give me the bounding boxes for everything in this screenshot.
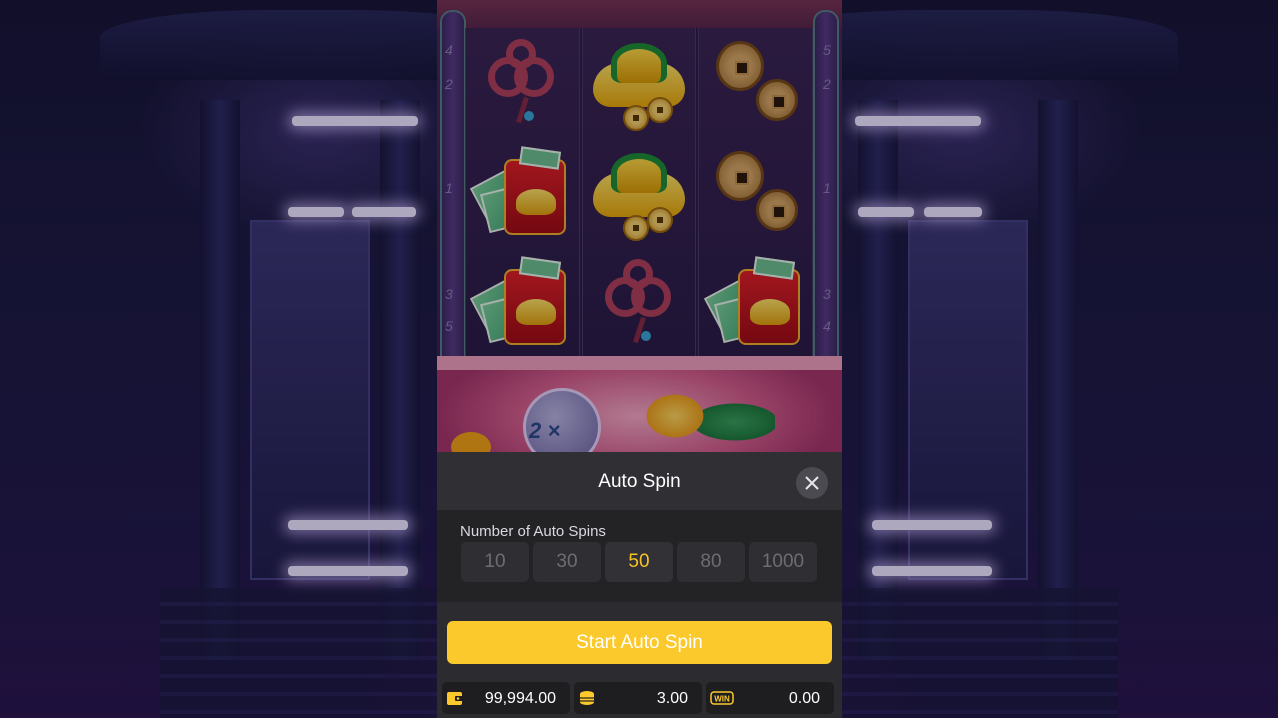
spin-option-80[interactable]: 80 bbox=[677, 542, 745, 582]
spin-option-50[interactable]: 50 bbox=[605, 542, 673, 582]
close-button[interactable] bbox=[796, 467, 828, 499]
spin-option-30[interactable]: 30 bbox=[533, 542, 601, 582]
win-badge-text: WIN bbox=[714, 695, 730, 704]
spin-count-label: Number of Auto Spins bbox=[460, 523, 606, 540]
win-icon: WIN bbox=[710, 691, 734, 705]
start-auto-spin-button[interactable]: Start Auto Spin bbox=[447, 621, 832, 664]
auto-spin-modal: Auto Spin Number of Auto Spins 10 30 50 … bbox=[437, 452, 842, 718]
win-value: 0.00 bbox=[788, 690, 820, 707]
coin-stack-icon bbox=[580, 691, 594, 705]
close-icon bbox=[805, 476, 819, 490]
spin-option-1000[interactable]: 1000 bbox=[749, 542, 817, 582]
stats-bar: 99,994.00 3.00 WIN 0.00 bbox=[442, 682, 834, 714]
balance-display: 99,994.00 bbox=[442, 682, 570, 714]
modal-header: Auto Spin bbox=[437, 452, 842, 510]
bet-display: 3.00 bbox=[574, 682, 702, 714]
win-display: WIN 0.00 bbox=[706, 682, 834, 714]
spin-count-section: Number of Auto Spins 10 30 50 80 1000 bbox=[437, 510, 842, 602]
modal-title: Auto Spin bbox=[598, 471, 681, 492]
spin-count-options: 10 30 50 80 1000 bbox=[461, 542, 817, 582]
balance-value: 99,994.00 bbox=[484, 690, 556, 707]
bet-value: 3.00 bbox=[656, 690, 688, 707]
wallet-icon bbox=[447, 692, 463, 705]
spin-option-10[interactable]: 10 bbox=[461, 542, 529, 582]
